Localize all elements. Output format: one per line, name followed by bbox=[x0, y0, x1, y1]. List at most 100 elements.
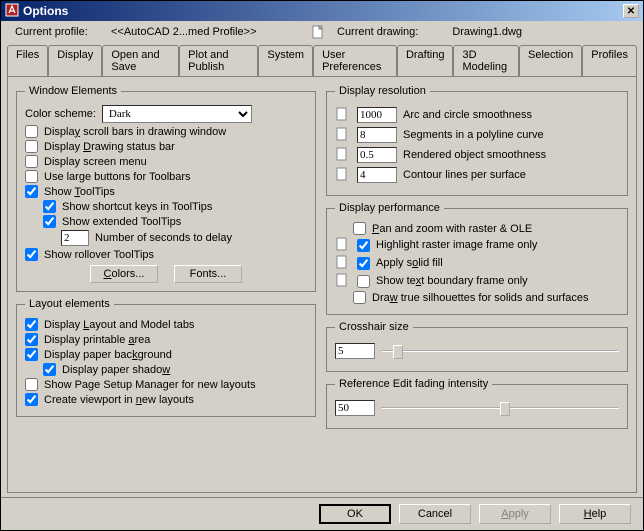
profile-label: Current profile: bbox=[15, 26, 103, 38]
screen-menu-checkbox[interactable] bbox=[25, 155, 38, 168]
dwg-icon bbox=[335, 147, 351, 163]
contour-lines-label: Contour lines per surface bbox=[403, 169, 619, 181]
ref-edit-fading-input[interactable] bbox=[335, 400, 375, 416]
printable-area-checkbox[interactable] bbox=[25, 333, 38, 346]
text-boundary-checkbox[interactable] bbox=[357, 275, 370, 288]
arc-smoothness-label: Arc and circle smoothness bbox=[403, 109, 619, 121]
paper-background-label: Display paper background bbox=[44, 349, 172, 361]
shortcut-keys-checkbox[interactable] bbox=[43, 200, 56, 213]
highlight-raster-label: Highlight raster image frame only bbox=[376, 239, 537, 251]
screen-menu-label: Display screen menu bbox=[44, 156, 147, 168]
drawing-icon bbox=[311, 25, 325, 39]
rollover-tooltips-checkbox[interactable] bbox=[25, 248, 38, 261]
titlebar: Options ✕ bbox=[1, 1, 643, 21]
drawing-value: Drawing1.dwg bbox=[452, 26, 522, 38]
pan-zoom-checkbox[interactable] bbox=[353, 222, 366, 235]
window-title: Options bbox=[23, 4, 68, 18]
tab-display[interactable]: Display bbox=[48, 45, 102, 76]
solid-fill-label: Apply solid fill bbox=[376, 257, 443, 269]
window-elements-group: Window Elements Color scheme: Dark Displ… bbox=[16, 85, 316, 292]
tab-user-preferences[interactable]: User Preferences bbox=[313, 45, 397, 76]
text-boundary-label: Show text boundary frame only bbox=[376, 275, 528, 287]
layout-model-tabs-label: Display Layout and Model tabs bbox=[44, 319, 194, 331]
solid-fill-checkbox[interactable] bbox=[357, 257, 370, 270]
show-tooltips-checkbox[interactable] bbox=[25, 185, 38, 198]
paper-shadow-label: Display paper shadow bbox=[62, 364, 170, 376]
page-setup-label: Show Page Setup Manager for new layouts bbox=[44, 379, 256, 391]
rendered-smoothness-input[interactable] bbox=[357, 147, 397, 163]
delay-label: Number of seconds to delay bbox=[95, 232, 232, 244]
ref-edit-fading-slider[interactable] bbox=[381, 398, 619, 418]
crosshair-size-slider[interactable] bbox=[381, 341, 619, 361]
highlight-raster-checkbox[interactable] bbox=[357, 239, 370, 252]
layout-model-tabs-checkbox[interactable] bbox=[25, 318, 38, 331]
printable-area-label: Display printable area bbox=[44, 334, 150, 346]
true-silhouettes-checkbox[interactable] bbox=[353, 291, 366, 304]
ok-button[interactable]: OK bbox=[319, 504, 391, 524]
display-resolution-legend: Display resolution bbox=[335, 85, 430, 97]
scroll-bars-checkbox[interactable] bbox=[25, 125, 38, 138]
crosshair-size-input[interactable] bbox=[335, 343, 375, 359]
polyline-segments-input[interactable] bbox=[357, 127, 397, 143]
drawing-label: Current drawing: bbox=[337, 26, 418, 38]
layout-elements-group: Layout elements Display Layout and Model… bbox=[16, 298, 316, 417]
tab-system[interactable]: System bbox=[258, 45, 313, 76]
large-buttons-checkbox[interactable] bbox=[25, 170, 38, 183]
app-icon bbox=[5, 3, 19, 20]
help-button[interactable]: Help bbox=[559, 504, 631, 524]
dwg-icon bbox=[335, 255, 351, 271]
status-bar-label: Display Drawing status bar bbox=[44, 141, 175, 153]
viewport-checkbox[interactable] bbox=[25, 393, 38, 406]
tab-drafting[interactable]: Drafting bbox=[397, 45, 454, 76]
pan-zoom-label: Pan and zoom with raster & OLE bbox=[372, 223, 532, 235]
ref-edit-fading-legend: Reference Edit fading intensity bbox=[335, 378, 492, 390]
cancel-button[interactable]: Cancel bbox=[399, 504, 471, 524]
dwg-icon bbox=[335, 237, 351, 253]
scroll-bars-label: Display scroll bars in drawing window bbox=[44, 126, 226, 138]
shortcut-keys-label: Show shortcut keys in ToolTips bbox=[62, 201, 212, 213]
display-panel: Window Elements Color scheme: Dark Displ… bbox=[7, 76, 637, 493]
display-resolution-group: Display resolution Arc and circle smooth… bbox=[326, 85, 628, 196]
rollover-tooltips-label: Show rollover ToolTips bbox=[44, 249, 154, 261]
tab-profiles[interactable]: Profiles bbox=[582, 45, 637, 76]
close-button[interactable]: ✕ bbox=[623, 4, 639, 18]
display-performance-group: Display performance Pan and zoom with ra… bbox=[326, 202, 628, 315]
tab-open-and-save[interactable]: Open and Save bbox=[102, 45, 179, 76]
color-scheme-label: Color scheme: bbox=[25, 108, 96, 120]
tab-files[interactable]: Files bbox=[7, 45, 48, 76]
profile-value: <<AutoCAD 2...med Profile>> bbox=[111, 26, 303, 38]
contour-lines-input[interactable] bbox=[357, 167, 397, 183]
rendered-smoothness-label: Rendered object smoothness bbox=[403, 149, 619, 161]
colors-button[interactable]: Colors... bbox=[90, 265, 158, 283]
page-setup-checkbox[interactable] bbox=[25, 378, 38, 391]
status-bar-checkbox[interactable] bbox=[25, 140, 38, 153]
ref-edit-fading-group: Reference Edit fading intensity bbox=[326, 378, 628, 429]
tab-plot-and-publish[interactable]: Plot and Publish bbox=[179, 45, 258, 76]
dwg-icon bbox=[335, 167, 351, 183]
layout-elements-legend: Layout elements bbox=[25, 298, 114, 310]
apply-button[interactable]: Apply bbox=[479, 504, 551, 524]
fonts-button[interactable]: Fonts... bbox=[174, 265, 242, 283]
extended-tooltips-label: Show extended ToolTips bbox=[62, 216, 181, 228]
paper-shadow-checkbox[interactable] bbox=[43, 363, 56, 376]
tab-3d-modeling[interactable]: 3D Modeling bbox=[453, 45, 519, 76]
tab-selection[interactable]: Selection bbox=[519, 45, 582, 76]
crosshair-size-legend: Crosshair size bbox=[335, 321, 413, 333]
arc-smoothness-input[interactable] bbox=[357, 107, 397, 123]
window-elements-legend: Window Elements bbox=[25, 85, 121, 97]
dwg-icon bbox=[335, 273, 351, 289]
paper-background-checkbox[interactable] bbox=[25, 348, 38, 361]
polyline-segments-label: Segments in a polyline curve bbox=[403, 129, 619, 141]
tab-strip: FilesDisplayOpen and SavePlot and Publis… bbox=[1, 45, 643, 76]
color-scheme-select[interactable]: Dark bbox=[102, 105, 252, 123]
delay-input[interactable] bbox=[61, 230, 89, 246]
dwg-icon bbox=[335, 127, 351, 143]
show-tooltips-label: Show ToolTips bbox=[44, 186, 115, 198]
true-silhouettes-label: Draw true silhouettes for solids and sur… bbox=[372, 292, 588, 304]
large-buttons-label: Use large buttons for Toolbars bbox=[44, 171, 191, 183]
crosshair-size-group: Crosshair size bbox=[326, 321, 628, 372]
extended-tooltips-checkbox[interactable] bbox=[43, 215, 56, 228]
display-performance-legend: Display performance bbox=[335, 202, 444, 214]
dwg-icon bbox=[335, 107, 351, 123]
viewport-label: Create viewport in new layouts bbox=[44, 394, 194, 406]
